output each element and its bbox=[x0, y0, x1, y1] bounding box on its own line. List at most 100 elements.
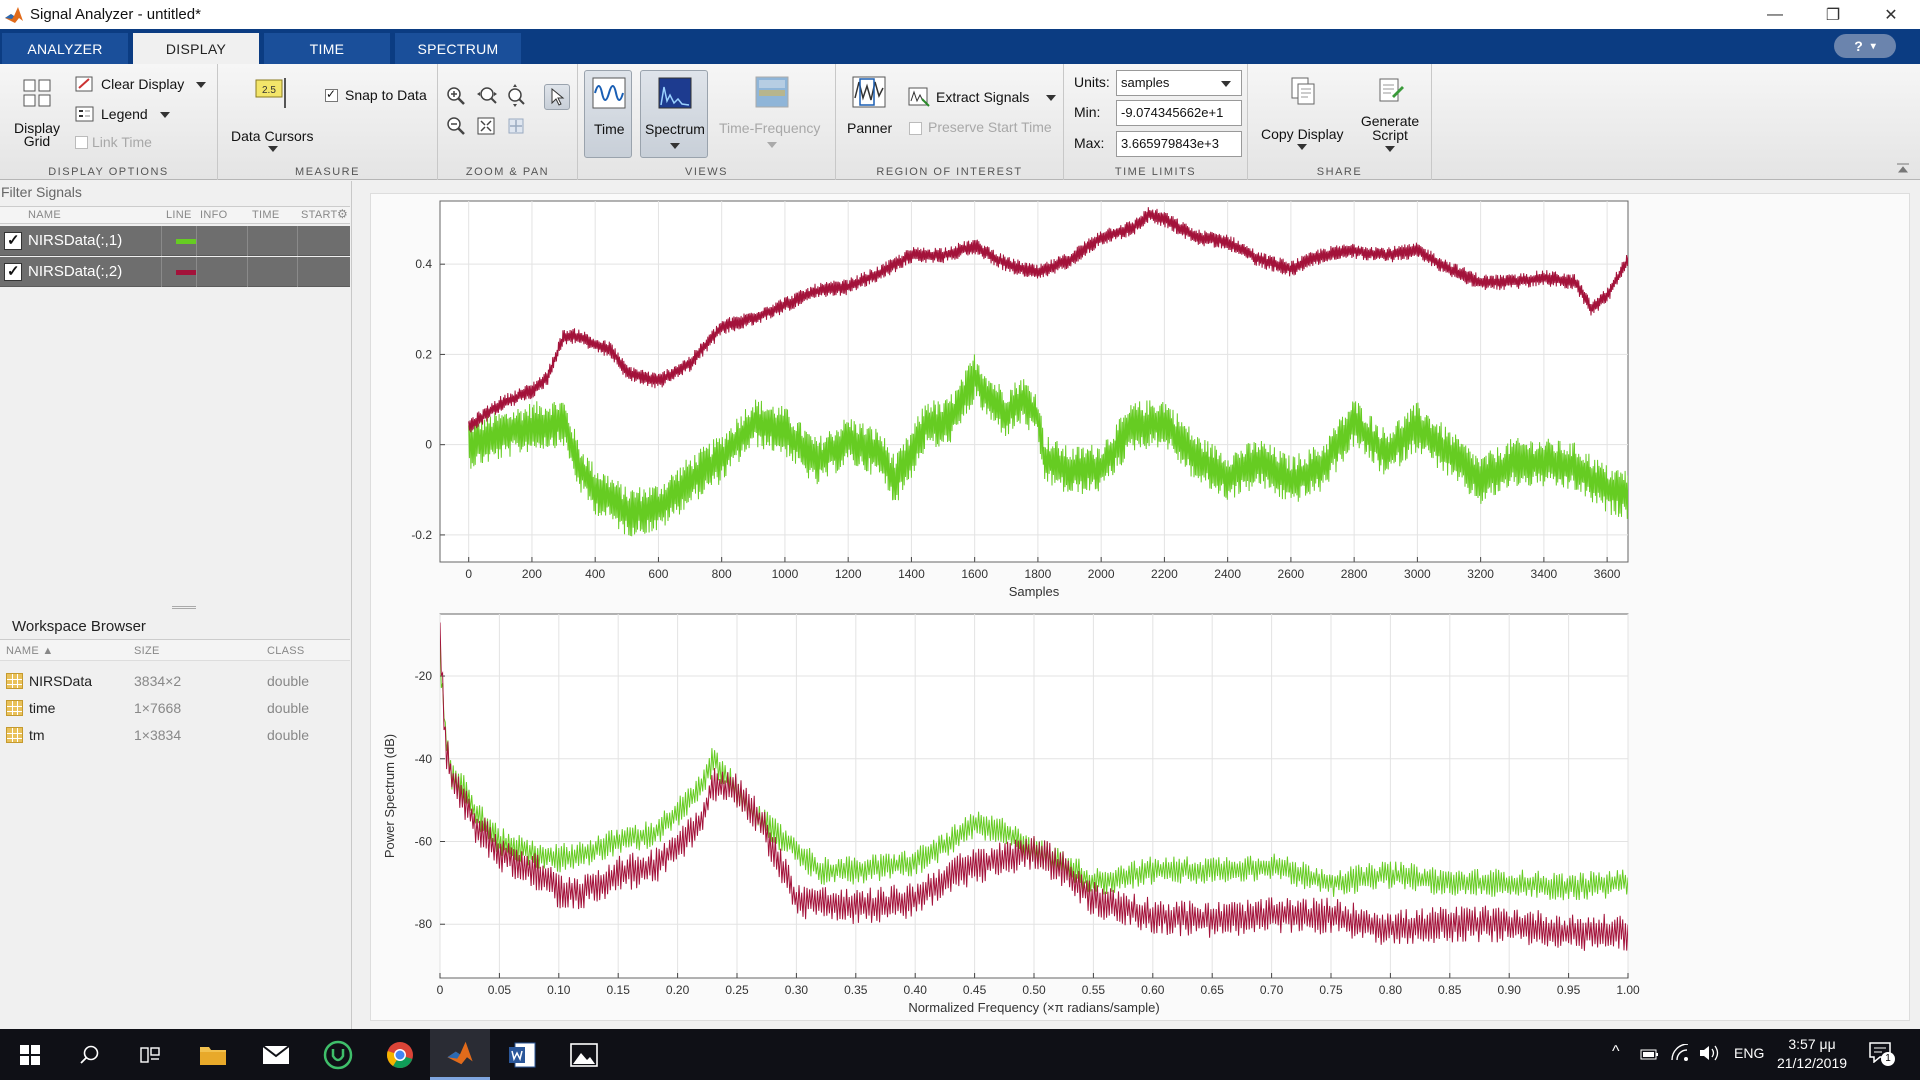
legend-label: Legend bbox=[101, 106, 148, 122]
display-grid-label: Display Grid bbox=[14, 120, 60, 149]
time-plot-icon bbox=[592, 77, 626, 109]
signal-row[interactable]: NIRSData(:,1) bbox=[0, 226, 350, 256]
x-tick-label: 600 bbox=[648, 567, 668, 581]
extract-signals-button[interactable]: Extract Signals bbox=[906, 84, 1058, 110]
workspace-row[interactable]: tm 1×3834 double bbox=[0, 722, 350, 749]
column-header-name[interactable]: NAME bbox=[28, 209, 61, 221]
preserve-start-time-checkbox[interactable] bbox=[909, 122, 922, 135]
workspace-row[interactable]: NIRSData 3834×2 double bbox=[0, 668, 350, 695]
windows-logo-icon bbox=[20, 1044, 40, 1065]
variable-size: 3834×2 bbox=[134, 673, 182, 689]
signal-visible-checkbox[interactable] bbox=[4, 231, 22, 250]
column-header-info[interactable]: INFO bbox=[200, 209, 227, 221]
extract-signals-icon bbox=[908, 87, 930, 107]
filter-signals-input[interactable]: Filter Signals bbox=[1, 184, 82, 200]
language-indicator[interactable]: ENG bbox=[1734, 1045, 1764, 1061]
tab-analyzer[interactable]: ANALYZER bbox=[2, 33, 128, 64]
column-header-line[interactable]: LINE bbox=[166, 209, 192, 221]
column-divider bbox=[297, 226, 298, 256]
generate-script-button[interactable]: Generate Script bbox=[1354, 72, 1426, 158]
zoom-in-icon[interactable] bbox=[446, 86, 466, 106]
mail-icon bbox=[262, 1044, 290, 1064]
spectrum-view-label: Spectrum bbox=[645, 121, 705, 137]
signal-row[interactable]: NIRSData(:,2) bbox=[0, 257, 350, 287]
collapse-ribbon-icon[interactable] bbox=[1896, 162, 1910, 174]
tab-display[interactable]: DISPLAY bbox=[133, 33, 259, 64]
battery-icon[interactable] bbox=[1640, 1046, 1660, 1062]
units-select[interactable]: samples bbox=[1116, 70, 1242, 96]
close-button[interactable]: ✕ bbox=[1862, 0, 1920, 29]
taskbar-app-photos[interactable] bbox=[554, 1029, 614, 1080]
snap-to-data-checkbox[interactable] bbox=[325, 87, 338, 102]
time-view-button[interactable]: Time bbox=[584, 70, 632, 158]
group-display-options: Display Grid Clear Display Legend Link T… bbox=[0, 64, 218, 180]
zoom-x-icon[interactable] bbox=[476, 86, 498, 106]
taskbar-app-mail[interactable] bbox=[246, 1029, 306, 1080]
spectrum-view-button[interactable]: Spectrum bbox=[640, 70, 708, 158]
help-button[interactable]: ? ▾ bbox=[1834, 34, 1896, 58]
link-time-checkbox[interactable] bbox=[75, 136, 88, 149]
units-label: Units: bbox=[1074, 74, 1110, 90]
fit-to-view-icon[interactable] bbox=[476, 116, 496, 136]
task-view-button[interactable] bbox=[120, 1029, 180, 1080]
x-tick-label: 0.75 bbox=[1319, 983, 1343, 997]
taskbar-search-button[interactable] bbox=[60, 1029, 120, 1080]
matlab-logo-icon bbox=[5, 6, 23, 23]
display-grid-button[interactable]: Display Grid bbox=[8, 72, 66, 152]
chevron-down-icon bbox=[767, 142, 777, 148]
column-header-start[interactable]: START bbox=[301, 209, 338, 221]
copy-display-button[interactable]: Copy Display bbox=[1254, 72, 1350, 158]
x-tick-label: 0.05 bbox=[488, 983, 512, 997]
clear-display-button[interactable]: Clear Display bbox=[72, 72, 212, 96]
clock[interactable]: 3:57 μμ 21/12/2019 bbox=[1772, 1035, 1852, 1075]
zoom-out-icon[interactable] bbox=[446, 116, 466, 136]
min-time-input[interactable]: -9.074345662e+1 bbox=[1116, 100, 1242, 126]
x-axis-label: Normalized Frequency (×π radians/sample) bbox=[908, 1000, 1159, 1015]
matlab-logo-icon bbox=[447, 1041, 473, 1065]
legend-button[interactable]: Legend bbox=[72, 102, 182, 126]
column-settings-gear-icon[interactable]: ⚙ bbox=[337, 207, 348, 221]
column-header-name[interactable]: NAME ▲ bbox=[6, 645, 54, 657]
maximize-button[interactable]: ❐ bbox=[1804, 0, 1862, 29]
minimize-button[interactable]: — bbox=[1746, 0, 1804, 29]
plots-canvas[interactable]: 0 200 400 600 800 1000 1200 1400 1600 1800 2000 220… bbox=[371, 194, 1911, 1022]
taskbar-app-explorer[interactable] bbox=[183, 1029, 243, 1080]
wifi-icon[interactable] bbox=[1670, 1044, 1690, 1062]
data-cursors-icon: 2.5 bbox=[255, 78, 286, 108]
toolstrip-tabs: ANALYZER DISPLAY TIME SPECTRUM ? ▾ bbox=[0, 29, 1920, 64]
line-color-swatch[interactable] bbox=[176, 239, 196, 244]
tab-time[interactable]: TIME bbox=[264, 33, 390, 64]
taskbar-app-chrome[interactable] bbox=[370, 1029, 430, 1080]
line-color-swatch[interactable] bbox=[176, 270, 196, 275]
show-hidden-icons-chevron-icon[interactable]: ^ bbox=[1612, 1043, 1620, 1061]
tab-spectrum[interactable]: SPECTRUM bbox=[395, 33, 521, 64]
x-tick-label: 0.60 bbox=[1141, 983, 1165, 997]
signal-visible-checkbox[interactable] bbox=[4, 262, 22, 281]
notifications-button[interactable]: 1 bbox=[1868, 1041, 1896, 1067]
select-pointer-button[interactable] bbox=[544, 84, 570, 110]
signal-name: NIRSData(:,2) bbox=[28, 263, 123, 280]
x-tick-label: 0.30 bbox=[785, 983, 809, 997]
x-tick-label: 0.25 bbox=[725, 983, 749, 997]
x-tick-label: 2800 bbox=[1341, 567, 1368, 581]
x-tick-label: 0.10 bbox=[547, 983, 571, 997]
panner-button[interactable]: Panner bbox=[842, 70, 896, 158]
column-header-class[interactable]: CLASS bbox=[267, 645, 305, 657]
column-header-time[interactable]: TIME bbox=[252, 209, 279, 221]
column-header-size[interactable]: SIZE bbox=[134, 645, 160, 657]
max-time-input[interactable]: 3.665979843e+3 bbox=[1116, 131, 1242, 157]
time-frequency-view-button[interactable]: Time-Frequency bbox=[714, 70, 830, 158]
panel-splitter[interactable] bbox=[172, 606, 196, 609]
measure-group-label: MEASURE bbox=[295, 166, 360, 178]
speaker-icon[interactable] bbox=[1698, 1044, 1720, 1062]
pan-icon[interactable] bbox=[506, 116, 526, 136]
taskbar-app-word[interactable] bbox=[492, 1029, 552, 1080]
workspace-row[interactable]: time 1×7668 double bbox=[0, 695, 350, 722]
start-button[interactable] bbox=[0, 1029, 60, 1080]
zoom-y-icon[interactable] bbox=[506, 84, 526, 108]
taskbar-app-upwork[interactable] bbox=[308, 1029, 368, 1080]
data-cursors-button[interactable]: 2.5 Data Cursors bbox=[228, 72, 318, 158]
taskbar-app-matlab[interactable] bbox=[430, 1029, 490, 1080]
column-divider bbox=[196, 226, 197, 256]
chevron-down-icon: ▾ bbox=[1870, 40, 1876, 52]
